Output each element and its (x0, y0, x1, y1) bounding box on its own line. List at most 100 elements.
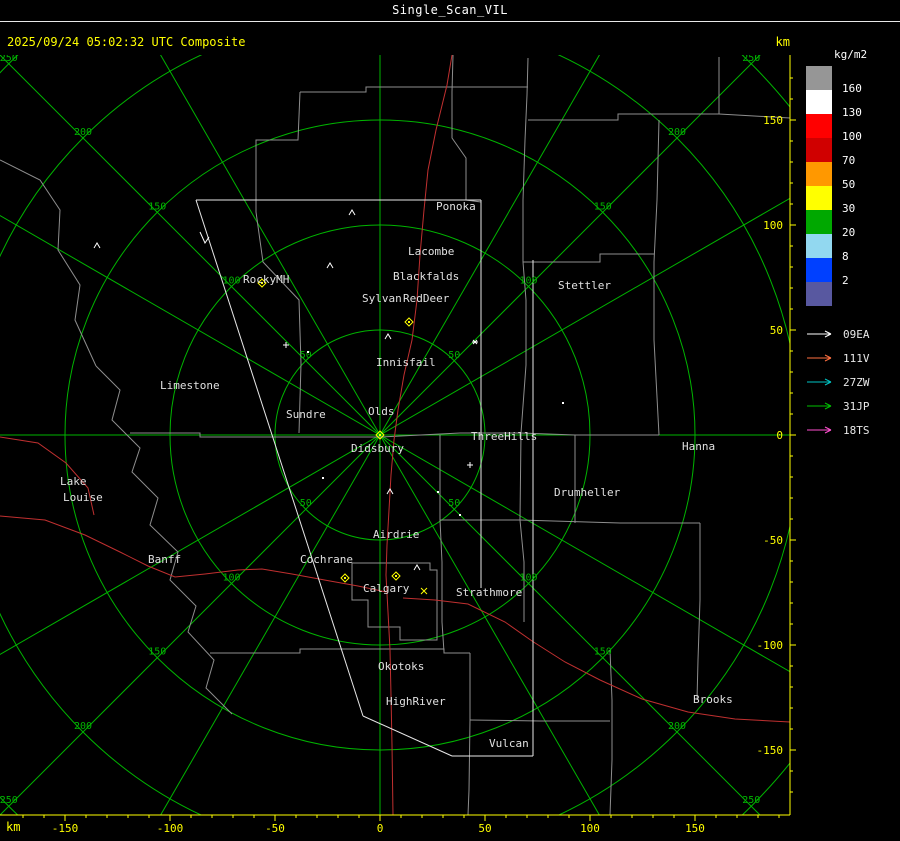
plus-marker (467, 462, 473, 468)
range-ring-label: 150 (148, 647, 166, 658)
range-ring-label: 250 (0, 795, 18, 806)
city-label: Ponoka (436, 200, 476, 213)
storm-track-id: 18TS (843, 423, 870, 437)
range-ring-label: 250 (742, 795, 760, 806)
vil-color-legend: kg/m2 160 130 100 70 50 30 20 8 2 09EA 111V 27ZW 31… (806, 48, 898, 442)
county-boundary (440, 519, 700, 524)
range-ring-label: 150 (594, 201, 612, 212)
dot-marker (307, 351, 309, 353)
city-label: Stettler (558, 279, 611, 292)
storm-track-arrow-icon (807, 330, 832, 338)
range-ring-label: 50 (300, 350, 312, 361)
storm-track-legend-row: 31JP (806, 394, 898, 418)
legend-threshold-value: 50 (842, 178, 856, 191)
legend-threshold-value: 8 (842, 250, 849, 263)
city-label: Cochrane (300, 553, 353, 566)
county-boundary (528, 57, 720, 121)
range-ring-label: 200 (74, 127, 92, 138)
city-label: Lake (60, 475, 87, 488)
range-ring-label: 200 (74, 721, 92, 732)
county-boundary (467, 653, 471, 815)
caret-marker (384, 333, 392, 340)
right-axis-tick-label: -50 (763, 534, 783, 547)
dot-marker (459, 514, 461, 516)
dot-marker (437, 491, 439, 493)
storm-track-id: 09EA (843, 327, 870, 341)
caret-marker (348, 209, 356, 216)
county-boundary (210, 648, 470, 654)
cross-marker (420, 587, 428, 595)
county-boundary (95, 365, 233, 715)
range-ring-label: 50 (300, 498, 312, 509)
right-axis-tick-label: 0 (776, 429, 783, 442)
city-label: Didsbury (351, 442, 404, 455)
legend-threshold-value: 30 (842, 202, 856, 215)
legend-threshold-value: 100 (842, 130, 862, 143)
diamond-marker-center-dot (344, 577, 346, 579)
caret-marker (93, 242, 101, 249)
range-ring-label: 100 (222, 276, 240, 287)
bottom-axis-tick-label: 50 (478, 822, 491, 835)
legend-color-swatch (806, 210, 832, 234)
storm-track-legend-row: 09EA (806, 322, 898, 346)
bottom-axis-tick-label: -100 (157, 822, 184, 835)
storm-track-arrow-icon (807, 426, 832, 434)
city-label: Lacombe (408, 245, 454, 258)
legend-units-label: kg/m2 (834, 48, 868, 61)
range-ring-label: 250 (0, 53, 18, 64)
city-label: Blackfalds (393, 270, 459, 283)
legend-threshold-value: 20 (842, 226, 856, 239)
caret-marker (413, 564, 421, 571)
storm-track-id: 111V (843, 351, 870, 365)
legend-color-swatch (806, 138, 832, 162)
bottom-axis-tick-label: 150 (685, 822, 705, 835)
county-boundary (653, 119, 660, 436)
city-label: ThreeHills (471, 430, 537, 443)
city-label: Strathmore (456, 586, 522, 599)
storm-track-id: 31JP (843, 399, 870, 413)
storm-track-id: 27ZW (843, 375, 870, 389)
city-label: RedDeer (403, 292, 450, 305)
city-label: Louise (63, 491, 103, 504)
city-label: Innisfail (376, 356, 436, 369)
county-boundary (351, 562, 438, 641)
diamond-marker-center-dot (379, 434, 381, 436)
legend-threshold-value: 70 (842, 154, 856, 167)
storm-track-arrow-icon (807, 402, 832, 410)
storm-track-legend-row: 18TS (806, 418, 898, 442)
bottom-axis-tick-label: -50 (265, 822, 285, 835)
storm-track-arrow-icon (807, 354, 832, 362)
right-axis-tick-label: 50 (770, 324, 783, 337)
right-axis-tick-label: 100 (763, 219, 783, 232)
city-label: Vulcan (489, 737, 529, 750)
range-ring-label: 50 (448, 498, 460, 509)
legend-color-scale: 160 130 100 70 50 30 20 8 2 (806, 66, 898, 306)
county-boundary (523, 253, 654, 263)
legend-color-swatch (806, 162, 832, 186)
legend-color-swatch (806, 114, 832, 138)
legend-threshold-value: 160 (842, 82, 862, 95)
city-label: Drumheller (554, 486, 621, 499)
range-ring-label: 100 (222, 572, 240, 583)
city-label: Sundre (286, 408, 326, 421)
city-label: RockyMH (243, 273, 289, 286)
legend-color-swatch (806, 90, 832, 114)
legend-color-swatch (806, 234, 832, 258)
right-axis-tick-label: 150 (763, 114, 783, 127)
legend-color-swatch (806, 258, 832, 282)
legend-threshold-value: 130 (842, 106, 862, 119)
dot-marker (322, 477, 324, 479)
storm-track-legend-row: 111V (806, 346, 898, 370)
bottom-axis-tick-label: 100 (580, 822, 600, 835)
storm-track-arrow-icon (807, 378, 832, 386)
legend-color-swatch (806, 282, 832, 306)
county-boundary (520, 57, 529, 434)
legend-color-swatch (806, 66, 832, 90)
county-boundary (469, 719, 610, 722)
range-ring-label: 250 (742, 53, 760, 64)
range-spoke (160, 55, 600, 815)
diamond-marker-center-dot (395, 575, 397, 577)
legend-threshold-value: 2 (842, 274, 849, 287)
range-ring-label: 50 (448, 350, 460, 361)
range-spoke (160, 55, 600, 815)
